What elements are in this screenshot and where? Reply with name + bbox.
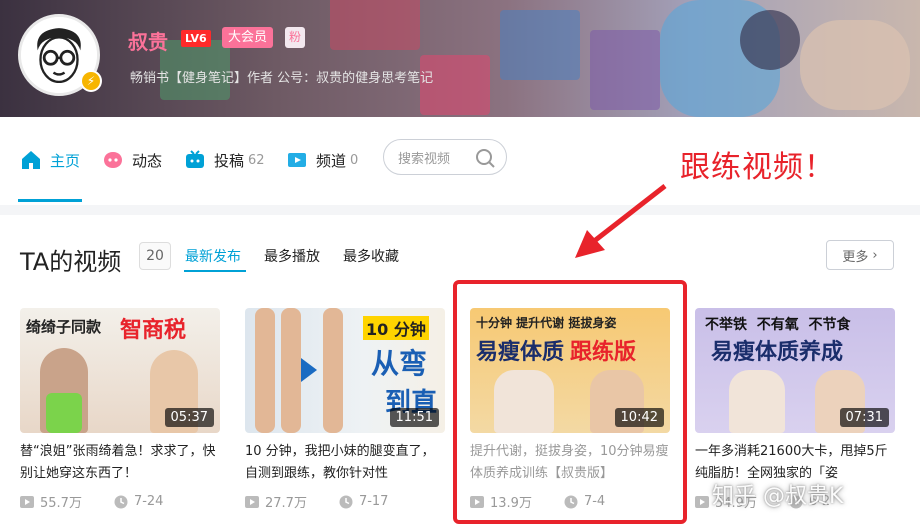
watermark: 知乎 @叔贵K xyxy=(712,484,844,509)
video-card[interactable]: 绮绮子同款 智商税 05:37 替“浪姐”张雨绮着急！求求了，快别让她穿这东西了… xyxy=(20,308,220,511)
search-placeholder: 搜索视频 xyxy=(398,151,451,167)
tab-label: 频道 xyxy=(316,151,347,170)
banner-gift-decoration xyxy=(590,30,660,110)
arrow-right-icon xyxy=(301,358,317,382)
video-meta: 55.7万 7-24 xyxy=(20,492,220,511)
level-badge: LV6 xyxy=(181,30,211,47)
upload-date: 7-17 xyxy=(358,494,389,509)
video-title[interactable]: 替“浪姐”张雨绮着急！求求了，快别让她穿这东西了！ xyxy=(20,441,220,485)
annotation-arrow-icon xyxy=(575,184,667,258)
channel-count: 0 xyxy=(350,152,359,168)
more-label: 更多 xyxy=(842,249,869,265)
video-duration: 11:51 xyxy=(389,408,439,427)
thumbnail-caption: 10 分钟 xyxy=(363,316,429,340)
thumbnail-caption: 智商税 xyxy=(120,318,187,343)
thumbnail-body-figure xyxy=(729,370,785,433)
active-tab-indicator xyxy=(18,199,82,202)
video-search-input[interactable]: 搜索视频 xyxy=(383,139,507,175)
upload-icon xyxy=(184,149,206,171)
thumbnail-caption: 不举铁 不有氧 不节食 xyxy=(705,317,851,333)
banner-gift-decoration xyxy=(800,20,910,110)
clock-icon xyxy=(114,495,128,508)
sort-most-favorited[interactable]: 最多收藏 xyxy=(343,246,399,266)
thumbnail-caption: 易瘦体质养成 xyxy=(711,340,844,365)
annotation-highlight-box xyxy=(453,280,687,524)
view-count: 55.7万 xyxy=(40,496,82,511)
video-thumbnail[interactable]: 10 分钟 从弯 到直 11:51 xyxy=(245,308,445,433)
tab-dynamic[interactable]: 动态 xyxy=(102,149,162,171)
thumbnail-legs-figure xyxy=(323,308,343,433)
dynamic-icon xyxy=(102,149,124,171)
search-icon[interactable] xyxy=(474,147,496,169)
verified-badge-icon: ⚡ xyxy=(80,70,102,92)
thumbnail-caption: 从弯 xyxy=(371,347,428,380)
play-count-icon xyxy=(20,495,34,508)
banner-gift-decoration xyxy=(330,0,420,50)
profile-nav: 主页 动态 投稿 62 频道 0 搜索视频 跟练视频！ xyxy=(0,117,920,205)
vip-badge[interactable]: 大会员 xyxy=(222,27,274,48)
profile-banner: ⚡ 叔贵 LV6 大会员 粉 畅销书【健身笔记】作者 公号：叔贵的健身思考笔记 xyxy=(0,0,920,117)
section-title: TA的视频 xyxy=(20,248,122,276)
username[interactable]: 叔贵 xyxy=(128,26,168,55)
play-count-icon xyxy=(695,495,709,508)
thumbnail-caption: 绮绮子同款 xyxy=(26,318,102,336)
tab-channel[interactable]: 频道 0 xyxy=(286,149,358,171)
uploads-count: 62 xyxy=(248,152,265,168)
video-card[interactable]: 10 分钟 从弯 到直 11:51 10 分钟，我把小妹的腿变直了，自测到跟练，… xyxy=(245,308,445,511)
home-icon xyxy=(20,149,42,171)
chevron-right-icon: › xyxy=(872,247,878,263)
clock-icon xyxy=(339,495,353,508)
banner-gift-decoration xyxy=(740,10,800,70)
tab-label: 动态 xyxy=(132,151,163,170)
user-signature: 畅销书【健身笔记】作者 公号：叔贵的健身思考笔记 xyxy=(130,71,434,86)
sort-most-played[interactable]: 最多播放 xyxy=(264,246,320,266)
thumbnail-person-figure xyxy=(46,393,82,433)
sort-latest[interactable]: 最新发布 xyxy=(185,246,241,266)
annotation-text: 跟练视频！ xyxy=(680,150,835,185)
thumbnail-legs-figure xyxy=(255,308,275,433)
play-count-icon xyxy=(245,495,259,508)
video-thumbnail[interactable]: 绮绮子同款 智商税 05:37 xyxy=(20,308,220,433)
channel-icon xyxy=(286,149,308,171)
video-count-badge: 20 xyxy=(139,242,171,270)
video-meta: 27.7万 7-17 xyxy=(245,492,445,511)
thumbnail-legs-figure xyxy=(281,308,301,433)
video-thumbnail[interactable]: 不举铁 不有氧 不节食 易瘦体质养成 07:31 xyxy=(695,308,895,433)
more-button[interactable]: 更多 › xyxy=(826,240,894,270)
tab-home[interactable]: 主页 xyxy=(20,149,80,171)
banner-gift-decoration xyxy=(500,10,580,80)
upload-date: 7-24 xyxy=(133,494,164,509)
video-duration: 07:31 xyxy=(839,408,889,427)
tab-label: 主页 xyxy=(50,151,81,170)
video-duration: 05:37 xyxy=(164,408,214,427)
active-sort-indicator xyxy=(184,270,246,272)
tab-label: 投稿 xyxy=(214,151,245,170)
fan-badge[interactable]: 粉 xyxy=(285,27,306,48)
view-count: 27.7万 xyxy=(265,496,307,511)
tab-uploads[interactable]: 投稿 62 xyxy=(184,149,265,171)
video-title[interactable]: 10 分钟，我把小妹的腿变直了，自测到跟练，教你针对性 xyxy=(245,441,445,485)
